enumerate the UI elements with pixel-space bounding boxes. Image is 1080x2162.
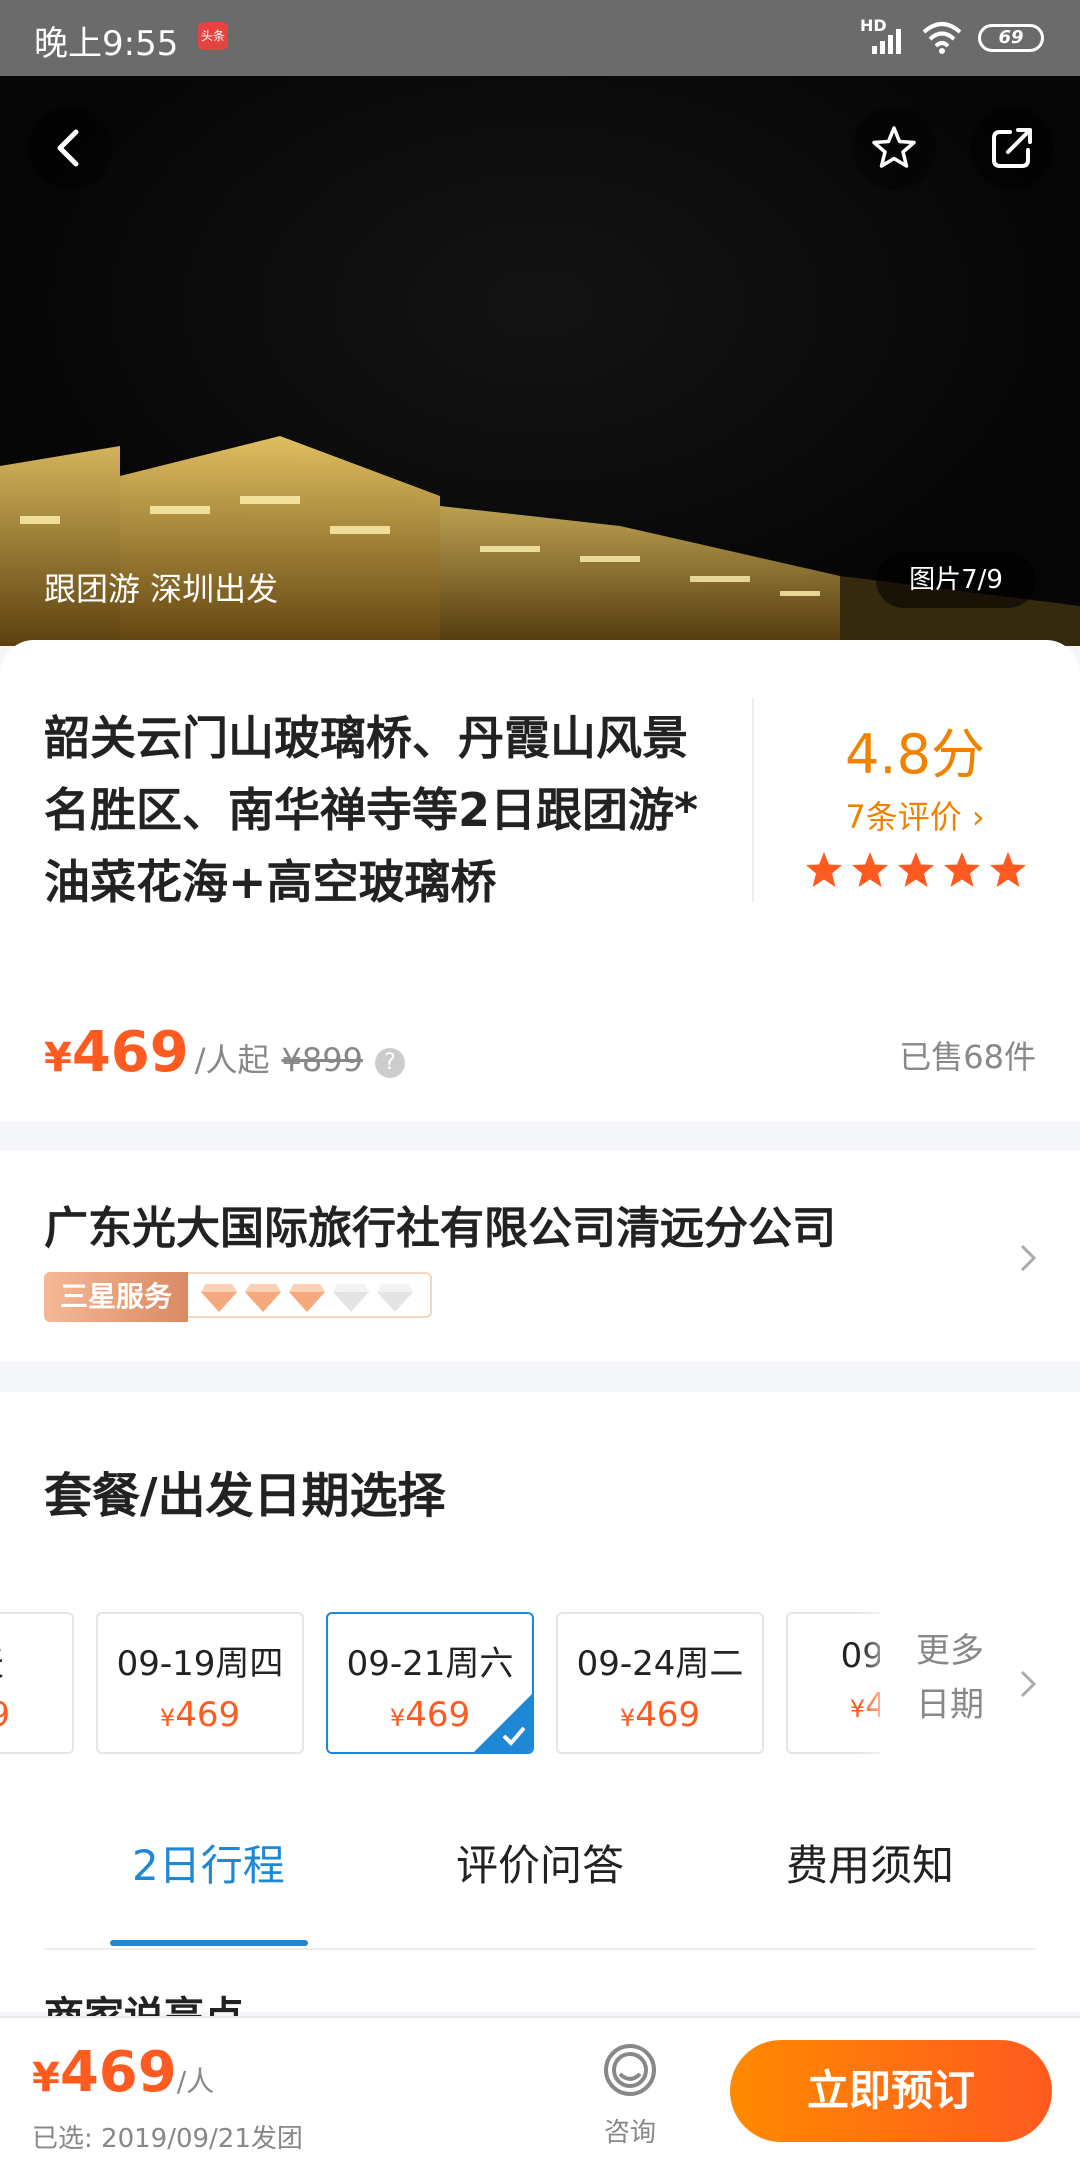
chevron-left-icon [57, 129, 79, 167]
tab-itinerary[interactable]: 2日行程 [132, 1832, 285, 1893]
divider [752, 698, 754, 902]
date-label: 09-24周二 [576, 1644, 744, 1684]
date-list-fade [860, 1602, 900, 1762]
star-icon [944, 852, 980, 887]
date-option[interactable]: 09-24周二 ¥469 [556, 1612, 764, 1754]
package-section: 套餐/出发日期选择 明天¥46909-19周四¥46909-21周六¥46909… [0, 1392, 1080, 2040]
selected-departure: 已选: 2019/09/21发团 [32, 2124, 303, 2154]
sold-count: 已售68件 [899, 1038, 1036, 1076]
star-icon [806, 852, 842, 887]
date-option[interactable]: 09-19周四 ¥469 [96, 1612, 304, 1754]
price-value: 469 [71, 1020, 189, 1085]
date-label: 09-21周六 [346, 1644, 514, 1684]
service-gems [188, 1272, 433, 1318]
date-option[interactable]: 明天 ¥469 [0, 1612, 74, 1754]
diamond-filled-icon [289, 1284, 326, 1312]
more-dates-line2: 日期 [916, 1685, 984, 1725]
signal-icon [872, 29, 901, 54]
date-label: 明天 [0, 1636, 72, 1685]
clock: 晚上9:55 [34, 24, 179, 64]
tour-type-tag: 跟团游 深圳出发 [44, 570, 279, 608]
detail-tabs: 2日行程 评价问答 费用须知 [44, 1832, 1036, 1950]
favorite-button[interactable] [852, 106, 936, 190]
bottom-price: ¥469/人 [32, 2040, 214, 2105]
consult-label: 咨询 [603, 2118, 656, 2148]
date-price: ¥469 [98, 1695, 302, 1735]
service-rating: 三星服务 [44, 1272, 433, 1322]
bottom-price-value: 469 [59, 2040, 177, 2105]
tab-fee-notes[interactable]: 费用须知 [786, 1832, 954, 1893]
product-title: 韶关云门山玻璃桥、丹霞山风景名胜区、南华禅寺等2日跟团游*油菜花海+高空玻璃桥 [44, 711, 699, 909]
rating-score: 4.8分 [845, 723, 985, 786]
status-bar: 晚上9:55 头条 HD 69 [0, 0, 1080, 76]
active-tab-indicator [110, 1940, 308, 1946]
date-price: ¥469 [558, 1695, 762, 1735]
price-line: ¥469/人起 ¥899? [44, 1020, 405, 1090]
date-price-value: 469 [405, 1695, 471, 1735]
hero-image[interactable]: 跟团游 深圳出发 图片7/9 [0, 76, 1080, 646]
chevron-right-icon [1020, 1670, 1037, 1698]
diamond-empty-icon [333, 1284, 370, 1312]
currency-symbol: ¥ [619, 1704, 636, 1732]
original-price: ¥899 [281, 1041, 363, 1079]
share-button[interactable] [970, 106, 1054, 190]
currency-symbol: ¥ [32, 2055, 60, 2101]
more-dates-line1: 更多 [916, 1631, 984, 1671]
star-icon [852, 852, 888, 887]
image-counter: 图片7/9 [876, 552, 1036, 608]
price-help-icon[interactable]: ? [374, 1048, 405, 1078]
book-now-button[interactable]: 立即预订 [730, 2040, 1052, 2142]
date-price-value: 469 [635, 1695, 701, 1735]
diamond-empty-icon [377, 1284, 414, 1312]
date-option[interactable]: 09-21周六 ¥469 [326, 1612, 534, 1754]
wifi-icon [922, 22, 962, 54]
night-street-photo [0, 436, 1080, 646]
package-title: 套餐/出发日期选择 [44, 1468, 446, 1524]
more-dates-button[interactable]: 更多 日期 [900, 1624, 1000, 1732]
service-label: 三星服务 [44, 1272, 189, 1322]
consult-button[interactable]: 咨询 [590, 2040, 670, 2149]
product-summary-card: 韶关云门山玻璃桥、丹霞山风景名胜区、南华禅寺等2日跟团游*油菜花海+高空玻璃桥 … [0, 640, 1080, 1122]
star-outline-icon [872, 126, 916, 168]
check-icon [474, 1694, 532, 1752]
agency-card[interactable]: 广东光大国际旅行社有限公司清远分公司 三星服务 [0, 1150, 1080, 1362]
bottom-price-unit: /人 [176, 2065, 215, 2098]
date-label: 09-19周四 [116, 1644, 284, 1684]
star-icon [898, 852, 934, 887]
price-unit: /人起 [194, 1041, 270, 1079]
bottom-action-bar: ¥469/人 已选: 2019/09/21发团 咨询 立即预订 [0, 2016, 1080, 2162]
diamond-filled-icon [201, 1284, 238, 1312]
diamond-filled-icon [245, 1284, 282, 1312]
star-icon [990, 852, 1026, 887]
agency-name: 广东光大国际旅行社有限公司清远分公司 [44, 1203, 836, 1254]
date-selector[interactable]: 明天¥46909-19周四¥46909-21周六¥46909-24周二¥4690… [0, 1612, 880, 1754]
tab-reviews-qa[interactable]: 评价问答 [456, 1832, 624, 1893]
share-icon [992, 128, 1032, 168]
chat-bubble-icon [604, 2044, 656, 2096]
rating-stars [804, 850, 1040, 894]
toutiao-app-icon: 头条 [198, 22, 228, 50]
battery-icon: 69 [978, 24, 1044, 52]
back-button[interactable] [28, 106, 112, 190]
chevron-right-icon [1020, 1244, 1037, 1272]
currency-symbol: ¥ [44, 1035, 72, 1081]
currency-symbol: ¥ [159, 1704, 176, 1732]
date-price-value: 469 [0, 1695, 10, 1735]
reviews-link[interactable]: 7条评价 › [780, 792, 1050, 838]
currency-symbol: ¥ [389, 1704, 406, 1732]
date-price-value: 469 [175, 1695, 241, 1735]
date-price: ¥469 [0, 1695, 72, 1735]
